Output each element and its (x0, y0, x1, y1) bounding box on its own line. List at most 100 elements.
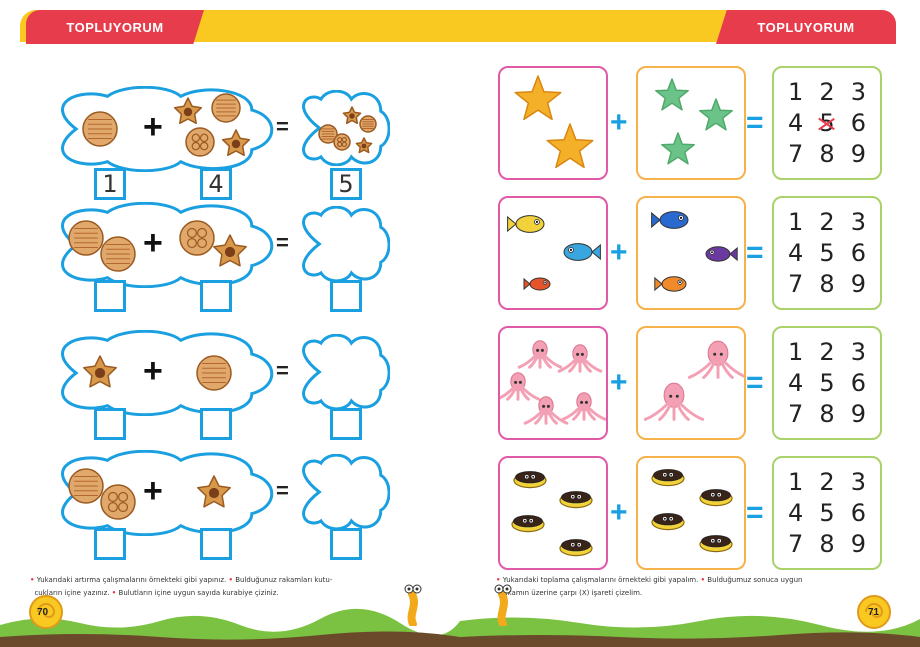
number-choice[interactable]: 6 (843, 497, 874, 528)
instructions: • Yukarıdaki toplama çalışmalarını örnek… (496, 574, 896, 600)
clam-icon (699, 535, 733, 553)
addend-card-a (498, 196, 608, 310)
clam-icon (651, 469, 685, 487)
fish-icon (651, 211, 689, 229)
number-choice[interactable]: 8 (811, 139, 842, 170)
fish-icon (563, 243, 601, 261)
answer-box-sum[interactable] (330, 408, 362, 440)
octopus-icon (495, 372, 541, 401)
number-choice[interactable]: 2 (811, 336, 842, 367)
answer-box-a[interactable] (94, 528, 126, 560)
number-choice[interactable]: 7 (780, 529, 811, 560)
number-choice[interactable]: 3 (843, 76, 874, 107)
number-choice[interactable]: 2 (811, 466, 842, 497)
plus-sign: + (610, 106, 628, 139)
number-choice[interactable]: 1 (780, 336, 811, 367)
answer-box-b[interactable] (200, 528, 232, 560)
octopus-icon (517, 340, 563, 369)
bullet-icon: • (228, 576, 233, 584)
number-choice[interactable]: 3 (843, 466, 874, 497)
bullet-icon: • (30, 576, 35, 584)
round-cookie-icon (359, 115, 377, 133)
number-choice[interactable]: 7 (780, 399, 811, 430)
result-cloud[interactable] (298, 206, 390, 282)
plus-sign: + (143, 224, 163, 262)
answer-box-b[interactable] (200, 280, 232, 312)
answer-box-sum[interactable]: 5 (330, 168, 362, 200)
addend-card-b (636, 196, 746, 310)
bullet-icon: • (111, 589, 117, 597)
fish-icon (523, 277, 551, 291)
number-choice[interactable]: 8 (811, 269, 842, 300)
number-choice[interactable]: 3 (843, 336, 874, 367)
answer-box-b[interactable] (200, 408, 232, 440)
fish-icon (654, 276, 687, 292)
plus-sign: + (610, 496, 628, 529)
answer-box-a[interactable]: 1 (94, 168, 126, 200)
number-choice[interactable]: 9 (843, 399, 874, 430)
equals-sign: = (276, 114, 289, 139)
number-choice[interactable]: 2 (811, 206, 842, 237)
answer-box-a[interactable] (94, 408, 126, 440)
number-choice[interactable]: 1 (780, 76, 811, 107)
equals-sign: = (276, 230, 289, 255)
number-choice[interactable]: 9 (843, 269, 874, 300)
result-cloud[interactable] (298, 454, 390, 530)
grass-ground (460, 615, 920, 647)
result-cloud[interactable] (298, 90, 390, 166)
answer-box-b[interactable]: 4 (200, 168, 232, 200)
addend-card-b (636, 456, 746, 570)
number-choice[interactable]: 4 (780, 367, 811, 398)
instruction-text: Yukarıdaki toplama çalışmalarını örnekte… (502, 576, 699, 584)
card-illustration (507, 215, 601, 291)
round-cookie-icon (68, 220, 104, 256)
number-choice[interactable]: 6 (843, 367, 874, 398)
addends-cloud (61, 330, 274, 416)
instruction-text: Bulutların içine uygun sayıda kurabiye ç… (118, 589, 279, 597)
number-choice[interactable]: 7 (780, 139, 811, 170)
number-choice[interactable]: 9 (843, 139, 874, 170)
number-choice[interactable]: 1 (780, 206, 811, 237)
number-choice[interactable]: 6 (843, 107, 874, 138)
flower-cookie-icon (100, 484, 136, 520)
number-choice[interactable]: 8 (811, 529, 842, 560)
equals-sign: = (746, 496, 764, 529)
number-choice[interactable]: 5 (811, 107, 842, 138)
equals-sign: = (746, 106, 764, 139)
number-choice[interactable]: 5 (811, 497, 842, 528)
number-choice[interactable]: 4 (780, 497, 811, 528)
result-cloud[interactable] (298, 334, 390, 410)
card-illustration (643, 340, 749, 421)
number-choice[interactable]: 2 (811, 76, 842, 107)
starfish-icon (655, 78, 689, 111)
instruction-text: Bulduğumuz sonuca uygun (707, 576, 803, 584)
clam-icon (651, 513, 685, 531)
right-page: TOPLUYORUM + = 1 2 3 4 5 6 7 8 9 + = 1 2 3 4 5 6 7 8 9 + = 1 2 3 4 5… (460, 0, 920, 647)
equals-sign: = (276, 358, 289, 383)
answer-box-sum[interactable] (330, 528, 362, 560)
octopus-icon (523, 396, 569, 425)
number-choice[interactable]: 7 (780, 269, 811, 300)
number-choice[interactable]: 6 (843, 237, 874, 268)
number-choice[interactable]: 4 (780, 107, 811, 138)
round-cookie-icon (211, 93, 241, 123)
answer-box-sum[interactable] (330, 280, 362, 312)
answer-box-a[interactable] (94, 280, 126, 312)
number-choice[interactable]: 3 (843, 206, 874, 237)
plus-sign: + (143, 108, 163, 146)
octopus-icon (687, 340, 749, 379)
octopus-icon (557, 344, 603, 373)
addend-card-a (498, 456, 608, 570)
number-choice[interactable]: 1 (780, 466, 811, 497)
number-choice[interactable]: 5 (811, 237, 842, 268)
number-choice[interactable]: 9 (843, 529, 874, 560)
number-choice[interactable]: 8 (811, 399, 842, 430)
instruction-text: rakamın üzerine çarpı (X) işareti çizeli… (500, 589, 643, 597)
plus-sign: + (610, 366, 628, 399)
number-choice[interactable]: 5 (811, 367, 842, 398)
number-choice-grid: 123 456 789 (772, 196, 882, 310)
number-choice-grid: 123 456 789 (772, 326, 882, 440)
number-choice[interactable]: 4 (780, 237, 811, 268)
instruction-text: Yukarıdaki artırma çalışmalarını örnekte… (36, 576, 227, 584)
flower-cookie-icon (179, 220, 215, 256)
